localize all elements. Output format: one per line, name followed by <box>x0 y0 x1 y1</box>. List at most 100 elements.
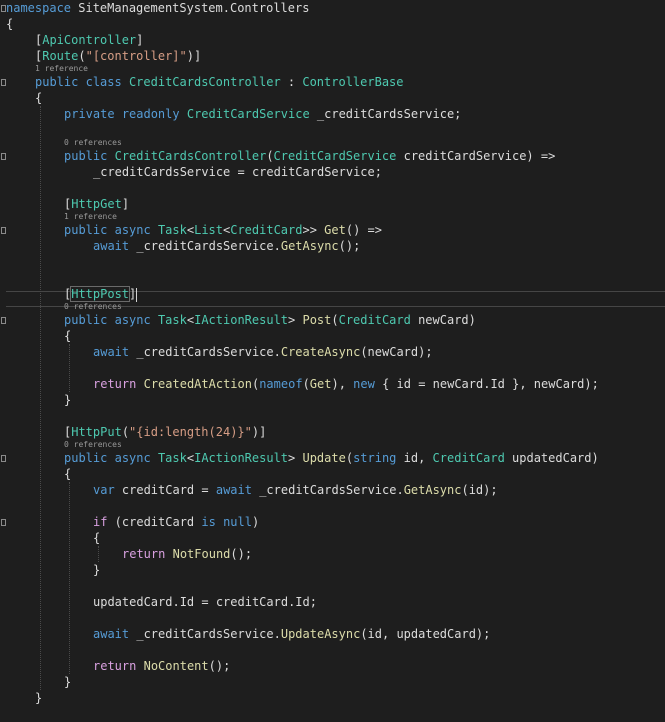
code-line: [ApiController] <box>0 32 665 48</box>
code-line: return CreatedAtAction(nameof(Get), new … <box>0 376 665 392</box>
codelens-references[interactable]: 0 references <box>0 440 665 450</box>
code-text: { <box>35 90 42 106</box>
token: { <box>64 329 72 343</box>
token: IActionResult <box>194 313 289 327</box>
code-text: public CreditCardsController(CreditCardS… <box>64 148 555 164</box>
token: SiteManagementSystem.Controllers <box>71 1 310 15</box>
code-text: [Route("[controller]")] <box>35 48 201 64</box>
token: await <box>93 627 130 641</box>
token: public <box>64 451 108 465</box>
token: "[controller]" <box>85 49 187 63</box>
token: } <box>93 563 101 577</box>
token: HttpGet <box>71 197 122 211</box>
token: CreatedAtAction <box>143 377 252 391</box>
code-line: } <box>0 674 665 690</box>
token: { <box>35 91 43 105</box>
code-text: public async Task<IActionResult> Update(… <box>64 450 599 466</box>
token: (); <box>208 659 231 673</box>
codelens-references[interactable]: 1 reference <box>0 64 665 74</box>
token: return <box>93 377 137 391</box>
code-text: await _creditCardsService.CreateAsync(ne… <box>93 344 433 360</box>
token: _creditCardsService. <box>129 627 281 641</box>
codelens-references[interactable]: 0 references <box>0 302 665 312</box>
code-line: { <box>0 466 665 482</box>
fold-toggle-icon[interactable] <box>1 153 6 160</box>
token: < <box>186 451 195 465</box>
code-text: [ApiController] <box>35 32 143 48</box>
token: NotFound <box>172 547 231 561</box>
code-line: private readonly CreditCardService _cred… <box>0 106 665 122</box>
token: List <box>194 223 223 237</box>
fold-toggle-icon[interactable] <box>1 519 6 526</box>
code-line: } <box>0 690 665 706</box>
token: async <box>114 313 151 327</box>
token: (); <box>230 547 253 561</box>
code-line: updatedCard.Id = creditCard.Id; <box>0 594 665 610</box>
token: public <box>64 149 108 163</box>
token: var <box>93 483 115 497</box>
token: await <box>215 483 252 497</box>
fold-toggle-icon[interactable] <box>1 79 6 86</box>
code-line: await _creditCardsService.UpdateAsync(id… <box>0 626 665 642</box>
token: (id, updatedCard); <box>360 627 491 641</box>
fold-toggle-icon[interactable] <box>1 455 6 462</box>
token: updatedCard) <box>504 451 599 465</box>
token: ( <box>121 425 130 439</box>
token: _creditCardsService = creditCardService; <box>93 165 382 179</box>
code-editor[interactable]: namespace SiteManagementSystem.Controlle… <box>0 0 665 722</box>
token: HttpPut <box>71 425 122 439</box>
token: IActionResult <box>194 451 289 465</box>
token: Update <box>302 451 346 465</box>
fold-toggle-icon[interactable] <box>1 5 6 12</box>
token: (); <box>338 239 361 253</box>
codelens-label: 0 references <box>64 440 122 449</box>
token: CreditCardService <box>273 149 397 163</box>
fold-toggle-icon[interactable] <box>1 317 6 324</box>
token: return <box>122 547 166 561</box>
token: >> <box>302 223 325 237</box>
fold-toggle-icon[interactable] <box>1 227 6 234</box>
codelens-references[interactable]: 0 references <box>0 138 665 148</box>
token: ( <box>78 49 86 63</box>
token: HttpPost <box>70 286 131 302</box>
token: ] <box>136 33 144 47</box>
code-text: var creditCard = await _creditCardsServi… <box>93 482 498 498</box>
code-text: } <box>35 690 42 706</box>
code-line: return NoContent(); <box>0 658 665 674</box>
token: is <box>201 515 216 529</box>
token: UpdateAsync <box>280 627 361 641</box>
token: newCard) <box>410 313 476 327</box>
token: Get <box>309 377 332 391</box>
token: Task <box>157 313 187 327</box>
codelens-references[interactable]: 1 reference <box>0 212 665 222</box>
code-text: { <box>6 16 13 32</box>
code-line: public CreditCardsController(CreditCardS… <box>0 148 665 164</box>
code-line: public async Task<IActionResult> Update(… <box>0 450 665 466</box>
token: public <box>64 223 108 237</box>
token: CreditCardService <box>186 107 310 121</box>
token: < <box>186 313 195 327</box>
code-line: [HttpPut("{id:length(24)}")] <box>0 424 665 440</box>
code-line: { <box>0 328 665 344</box>
codelens-label: 0 references <box>64 302 122 311</box>
token: CreateAsync <box>280 345 361 359</box>
code-line: await _creditCardsService.CreateAsync(ne… <box>0 344 665 360</box>
token: _creditCardsService; <box>309 107 462 121</box>
code-line: await _creditCardsService.GetAsync(); <box>0 238 665 254</box>
code-text: _creditCardsService = creditCardService; <box>93 164 382 180</box>
token: CreditCard <box>230 223 303 237</box>
